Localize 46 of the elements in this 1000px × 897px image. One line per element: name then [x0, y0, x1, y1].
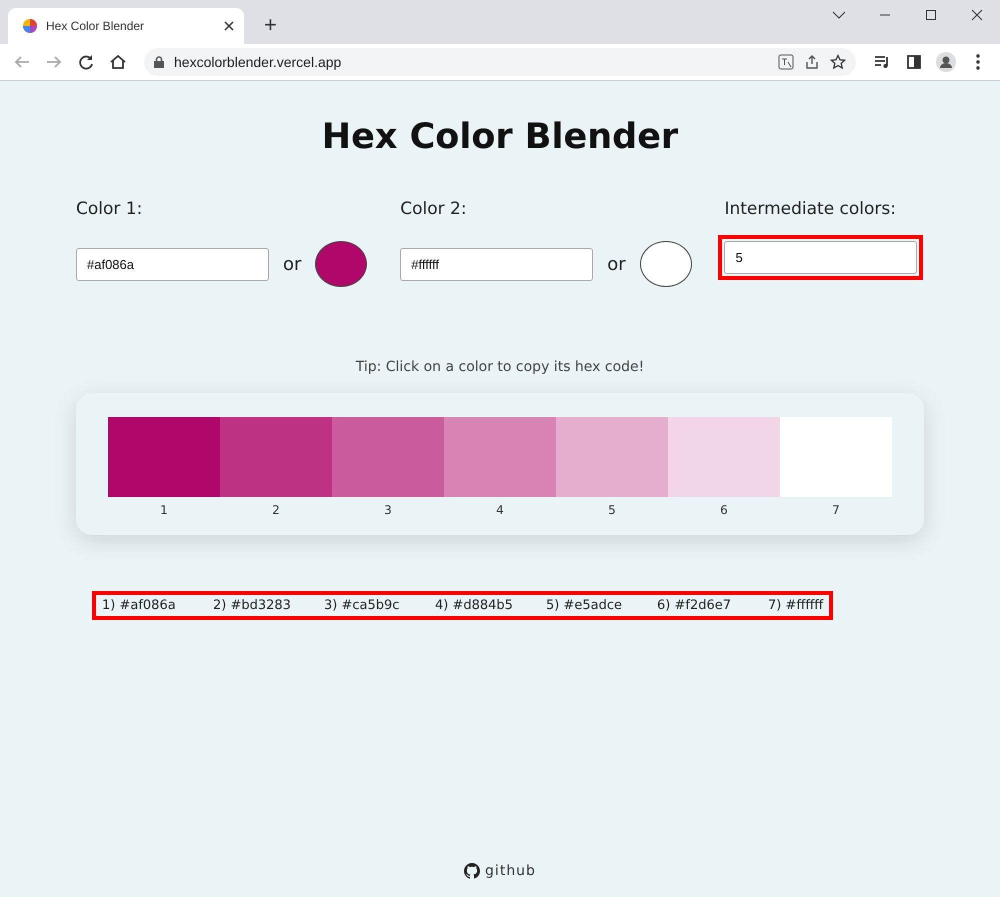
hex-code-text: 5) #e5adce — [546, 598, 624, 613]
close-icon[interactable] — [224, 21, 234, 31]
tip-text: Tip: Click on a color to copy its hex code! — [356, 359, 644, 375]
page-title: Hex Color Blender — [322, 117, 678, 157]
translate-icon[interactable] — [778, 54, 794, 70]
swatch-number: 1 — [160, 503, 168, 517]
color-picker[interactable] — [640, 241, 692, 287]
url-text: hexcolorblender.vercel.app — [174, 54, 342, 70]
github-icon — [464, 863, 480, 879]
hex-code-text: 2) #bd3283 — [213, 598, 292, 613]
swatch-number: 5 — [608, 503, 616, 517]
github-link[interactable]: github — [464, 863, 536, 879]
swatch-number: 4 — [496, 503, 504, 517]
new-tab-button[interactable]: + — [260, 12, 281, 38]
lock-icon — [154, 56, 164, 68]
color-swatch[interactable] — [332, 417, 444, 497]
field-label: Intermediate colors: — [724, 199, 897, 219]
or-text: or — [607, 254, 626, 274]
color-swatch[interactable] — [220, 417, 332, 497]
or-text: or — [283, 254, 302, 274]
field-label: Color 2: — [400, 199, 468, 219]
color-swatch[interactable] — [444, 417, 556, 497]
browser-tab[interactable]: Hex Color Blender — [8, 8, 244, 44]
hex-code-text: 4) #d884b5 — [435, 598, 514, 613]
share-icon[interactable] — [804, 54, 820, 70]
star-icon[interactable] — [830, 54, 846, 70]
hex-code-text: 7) #ffffff — [768, 598, 824, 613]
hex-code-text: 1) #af086a — [102, 598, 177, 613]
address-bar[interactable]: hexcolorblender.vercel.app — [144, 48, 856, 76]
color-picker[interactable] — [315, 241, 368, 287]
swatch-number: 6 — [720, 503, 728, 517]
hex-input-field[interactable]: #ffffff — [400, 248, 594, 280]
swatch-number: 7 — [832, 503, 840, 517]
swatch-number: 2 — [272, 503, 280, 517]
color-swatch[interactable] — [556, 417, 668, 497]
color-swatch[interactable] — [108, 417, 220, 497]
tab-title: Hex Color Blender — [46, 19, 146, 33]
field-label: Color 1: — [76, 199, 144, 219]
swatch-number: 3 — [384, 503, 392, 517]
color-swatch[interactable] — [780, 417, 892, 497]
hex-code-text: 3) #ca5b9c — [324, 598, 400, 613]
hex-input-field[interactable]: #af086a — [76, 248, 269, 280]
count-input-field[interactable]: 5 — [724, 241, 918, 274]
hex-code-text: 6) #f2d6e7 — [657, 598, 732, 613]
color-swatch[interactable] — [668, 417, 780, 497]
colorwheel-icon — [22, 18, 38, 34]
